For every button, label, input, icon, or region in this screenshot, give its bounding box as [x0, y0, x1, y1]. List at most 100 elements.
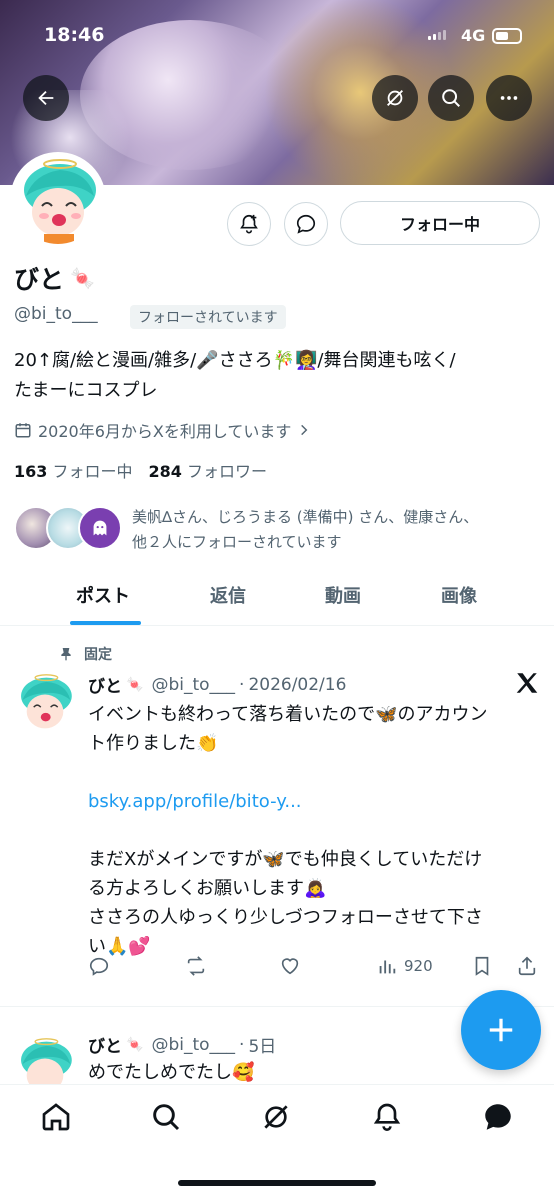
- profile-handle: @bi_to___: [14, 304, 98, 324]
- post-date[interactable]: 2026/02/16: [248, 675, 346, 695]
- post-line: ト作りました👏: [88, 733, 219, 754]
- repost-icon: [187, 956, 205, 976]
- signal-icon: [428, 30, 446, 40]
- mutual-followers-text[interactable]: 美帆∆さん、じろうまる (準備中) さん、健康さん、 他２人にフォローされていま…: [132, 505, 532, 555]
- tab-images[interactable]: 画像: [441, 582, 477, 608]
- post-header: びと 🍬 @bi_to___ · 2026/02/16: [88, 672, 346, 698]
- post-line: イベントも終わって落ち着いたので🦋のアカウン: [88, 704, 488, 725]
- pin-icon: [61, 648, 71, 661]
- post-avatar[interactable]: [14, 672, 76, 734]
- arrow-left-icon: [38, 90, 54, 106]
- post-author-handle[interactable]: @bi_to___: [151, 1035, 235, 1055]
- reply-button[interactable]: [88, 955, 110, 977]
- search-button[interactable]: [428, 75, 474, 121]
- post-text: イベントも終わって落ち着いたので🦋のアカウン ト作りました👏 bsky.app/…: [88, 700, 538, 961]
- home-icon: [42, 1103, 70, 1131]
- grok-icon: [264, 1105, 288, 1129]
- nav-home[interactable]: [36, 1097, 76, 1137]
- share-icon: [518, 956, 536, 976]
- joined-text: 2020年6月からXを利用しています: [38, 422, 292, 441]
- post-text: めでたしめでたし🥰: [88, 1062, 255, 1083]
- post-header: びと 🍬 @bi_to___ · 5日: [88, 1032, 276, 1058]
- views-button[interactable]: 920: [376, 955, 433, 977]
- bell-plus-icon: [240, 214, 258, 234]
- following-label: フォロー中: [52, 462, 133, 481]
- following-count: 163: [14, 462, 48, 481]
- bookmark-icon: [475, 956, 489, 976]
- mutual-avatar: [78, 506, 122, 550]
- pinned-label: 固定: [84, 647, 112, 663]
- tab-posts[interactable]: ポスト: [76, 582, 130, 608]
- post-line: まだXがメインですが🦋でも仲良くしていただけ: [88, 849, 483, 870]
- profile-avatar[interactable]: [10, 152, 106, 248]
- following-button[interactable]: フォロー中: [340, 201, 540, 245]
- message-icon: [485, 1104, 511, 1130]
- bio-line: 20↑腐/絵と漫画/雑多/🎤ささろ🎋👩‍🏫/舞台関連も呟く/: [14, 350, 456, 371]
- share-button[interactable]: [516, 955, 538, 977]
- profile-tabs: ポスト 返信 動画 画像: [0, 568, 554, 626]
- network-type: 4G: [461, 26, 486, 45]
- followers-count: 284: [148, 462, 182, 481]
- follow-stats: 163 フォロー中 284 フォロワー: [14, 458, 267, 482]
- plus-icon: [489, 1018, 513, 1042]
- mutual-line: 他２人にフォローされています: [132, 533, 342, 551]
- nav-grok[interactable]: [256, 1097, 296, 1137]
- post-author-name[interactable]: びと: [88, 1032, 122, 1057]
- joined-date[interactable]: 2020年6月からXを利用しています: [14, 418, 311, 442]
- views-count: 920: [404, 957, 433, 975]
- x-logo-icon: [514, 670, 540, 700]
- post-date[interactable]: 5日: [248, 1032, 276, 1057]
- notify-button[interactable]: [227, 202, 271, 246]
- post-author-name[interactable]: びと: [88, 672, 122, 697]
- chevron-right-icon: [301, 424, 308, 436]
- bookmark-button[interactable]: [471, 955, 493, 977]
- grok-icon: [387, 90, 403, 106]
- like-button[interactable]: [279, 955, 301, 977]
- profile-bio: 20↑腐/絵と漫画/雑多/🎤ささろ🎋👩‍🏫/舞台関連も呟く/ たまーにコスプレ: [14, 346, 544, 406]
- back-button[interactable]: [23, 75, 69, 121]
- compose-button[interactable]: [461, 990, 541, 1070]
- views-icon: [379, 960, 396, 974]
- more-button[interactable]: [486, 75, 532, 121]
- separator-dot: ·: [239, 674, 245, 695]
- tab-videos[interactable]: 動画: [325, 582, 361, 608]
- candy-icon: 🍬: [126, 1036, 144, 1053]
- message-button[interactable]: [284, 202, 328, 246]
- bell-icon: [373, 1103, 401, 1131]
- post-actions: 920: [0, 955, 554, 983]
- post-author-handle[interactable]: @bi_to___: [151, 675, 235, 695]
- pinned-indicator: 固定: [58, 644, 112, 664]
- post-link[interactable]: bsky.app/profile/bito-y...: [88, 787, 538, 816]
- tab-replies[interactable]: 返信: [210, 582, 246, 608]
- home-indicator: [178, 1180, 376, 1186]
- candy-icon: 🍬: [126, 676, 144, 693]
- followers-label: フォロワー: [187, 462, 268, 481]
- reply-icon: [89, 957, 109, 976]
- battery-icon: [492, 28, 522, 44]
- heart-icon: [281, 958, 299, 975]
- grok-button[interactable]: [372, 75, 418, 121]
- ghost-icon: [93, 520, 107, 536]
- profile-name: びと 🍬: [14, 260, 95, 296]
- more-icon: [500, 96, 518, 100]
- nav-notifications[interactable]: [367, 1097, 407, 1137]
- active-tab-indicator: [70, 621, 141, 625]
- following-stat[interactable]: 163 フォロー中: [14, 462, 133, 481]
- candy-icon: 🍬: [70, 266, 95, 290]
- display-name: びと: [14, 265, 65, 294]
- calendar-icon: [15, 423, 31, 438]
- status-bar: 18:46 4G: [0, 20, 554, 52]
- nav-search[interactable]: [146, 1097, 186, 1137]
- search-icon: [442, 89, 460, 107]
- bio-line: たまーにコスプレ: [14, 380, 158, 401]
- nav-messages[interactable]: [478, 1097, 518, 1137]
- separator-dot: ·: [239, 1034, 245, 1055]
- post-line: ささろの人ゆっくり少しづつフォローさせて下さ: [88, 907, 483, 928]
- chat-bubble-icon: [296, 214, 316, 234]
- post-line: る方よろしくお願いします🙇‍♀️: [88, 878, 327, 899]
- followers-stat[interactable]: 284 フォロワー: [149, 462, 268, 481]
- search-icon: [153, 1104, 180, 1131]
- repost-button[interactable]: [185, 955, 207, 977]
- mutual-line: 美帆∆さん、じろうまる (準備中) さん、健康さん、: [132, 508, 479, 526]
- follows-you-badge: フォローされています: [130, 305, 286, 329]
